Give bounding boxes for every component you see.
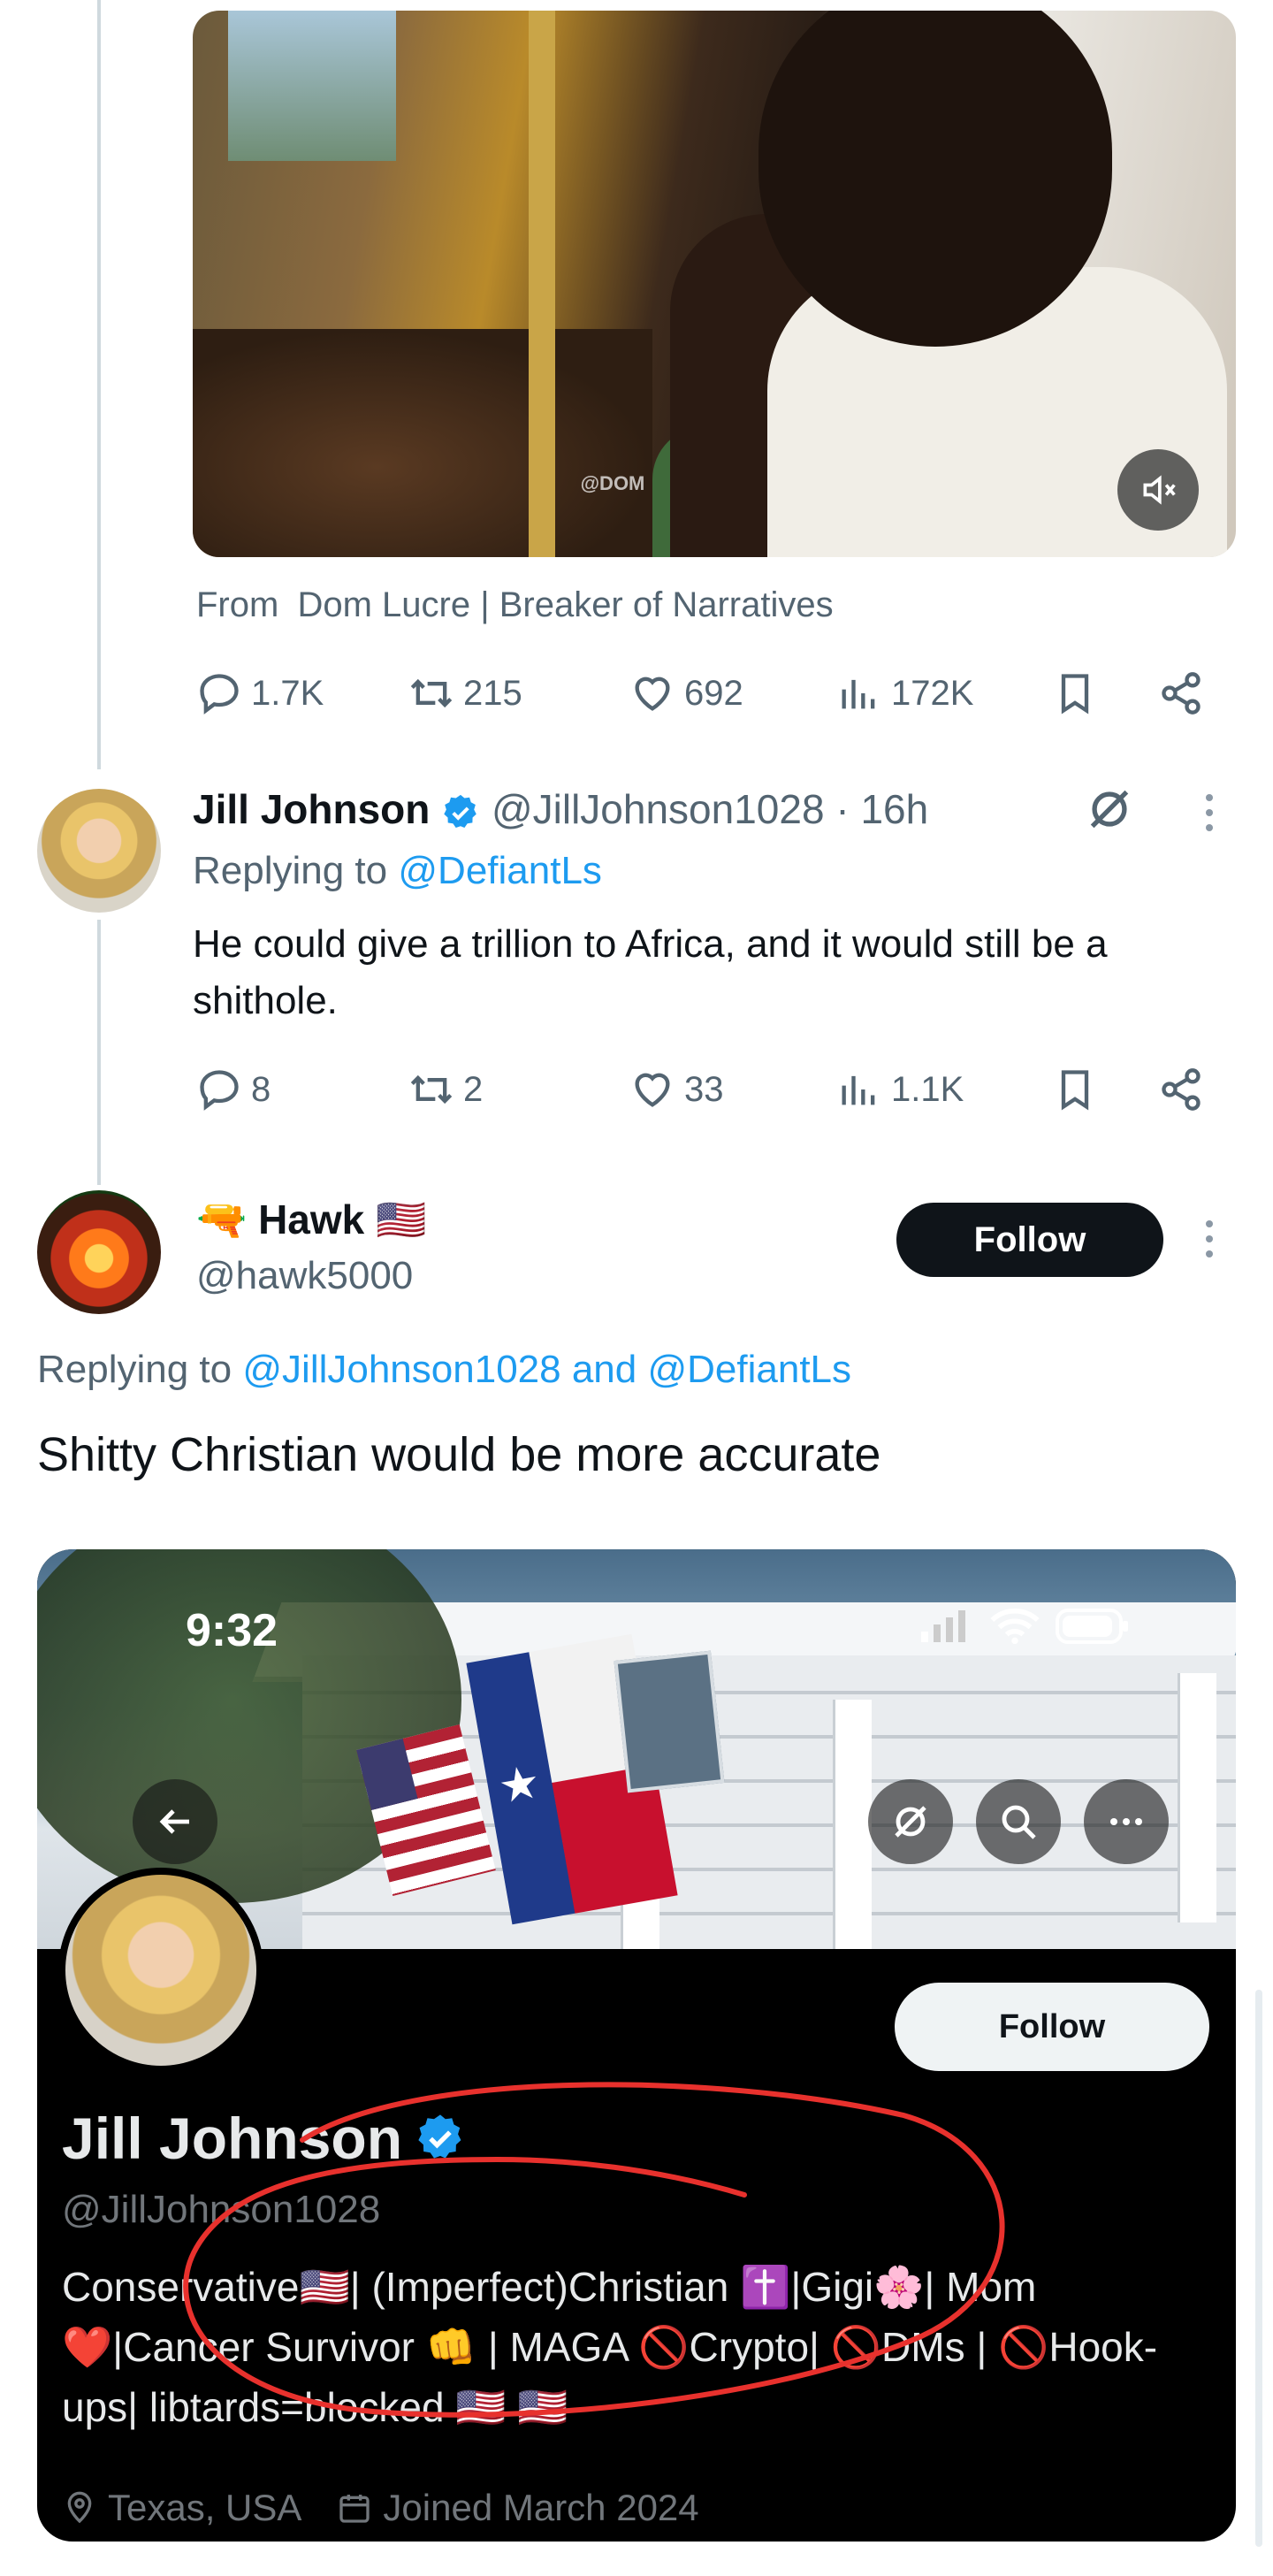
back-icon [159, 1809, 189, 1834]
name-emoji-right: 🇺🇸 [376, 1196, 427, 1242]
bookmark-button[interactable] [1052, 670, 1098, 716]
reply-button[interactable]: 8 [196, 1066, 271, 1112]
back-button[interactable] [133, 1779, 217, 1864]
repost-count: 2 [463, 1069, 484, 1109]
source-name[interactable]: Dom Lucre | Breaker of Narratives [297, 585, 833, 624]
status-icons [921, 1608, 1130, 1645]
location-icon [67, 2491, 92, 2524]
share-icon [1162, 1068, 1201, 1111]
battery-icon [1056, 1609, 1128, 1644]
repost-icon [410, 678, 453, 708]
tweet-header: 🔫 Hawk 🇺🇸 [196, 1196, 426, 1244]
like-button[interactable]: 692 [629, 670, 743, 716]
like-count: 692 [684, 673, 743, 713]
dot-separator: · [835, 786, 850, 832]
grok-button[interactable] [868, 1779, 953, 1864]
replying-prefix: Replying to [37, 1348, 232, 1391]
author-name[interactable]: Jill Johnson [193, 786, 430, 832]
views-button[interactable]: 172K [836, 670, 973, 716]
grok-icon[interactable] [1084, 784, 1135, 835]
profile-handle: @JillJohnson1028 [62, 2188, 381, 2231]
profile-joined: Joined March 2024 [337, 2487, 699, 2529]
scrollbar[interactable] [1255, 1990, 1262, 2547]
replying-to-link[interactable]: @JillJohnson1028 and @DefiantLs [242, 1348, 851, 1391]
like-count: 33 [684, 1069, 724, 1109]
replying-to-link[interactable]: @DefiantLs [398, 849, 602, 892]
views-icon [842, 1075, 875, 1105]
profile-name-text: Jill Johnson [62, 2106, 403, 2171]
signal-icon [921, 1610, 965, 1642]
more-options-icon[interactable] [1206, 794, 1213, 831]
replying-to: Replying to @JillJohnson1028 and @Defian… [37, 1348, 851, 1392]
status-time: 9:32 [186, 1605, 278, 1656]
repost-button[interactable]: 215 [408, 670, 522, 716]
share-button[interactable] [1158, 1066, 1204, 1112]
author-handle[interactable]: @hawk5000 [196, 1254, 413, 1298]
views-count: 1.1K [891, 1069, 964, 1109]
mute-button[interactable] [1117, 449, 1199, 531]
author-handle[interactable]: @JillJohnson1028 [492, 786, 825, 832]
tweet-text: He could give a trillion to Africa, and … [193, 922, 1108, 1022]
repost-count: 215 [463, 673, 522, 713]
profile-location: Texas, USA [62, 2487, 301, 2529]
repost-icon [410, 1074, 453, 1105]
more-options-icon[interactable] [1206, 1220, 1213, 1257]
replying-prefix: Replying to [193, 849, 388, 892]
views-icon [842, 679, 875, 709]
follow-button[interactable]: Follow [896, 1203, 1163, 1277]
like-icon [635, 1073, 670, 1107]
author-name[interactable]: Hawk [258, 1196, 364, 1242]
avatar[interactable] [37, 1190, 161, 1314]
like-icon [635, 676, 670, 711]
bookmark-icon [1061, 674, 1089, 715]
share-icon [1162, 672, 1201, 715]
reply-count: 1.7K [251, 673, 324, 713]
reply-button[interactable]: 1.7K [196, 670, 324, 716]
avatar[interactable] [37, 789, 161, 913]
tweet-text: Shitty Christian would be more accurate [37, 1428, 881, 1481]
mute-icon [1143, 475, 1176, 505]
video-watermark: @DOM LUCRE [580, 472, 645, 494]
thread-line-top [97, 0, 101, 769]
reply-icon [200, 674, 239, 715]
video-source[interactable]: From Dom Lucre | Breaker of Narratives [196, 585, 834, 625]
source-prefix: From [196, 585, 279, 624]
like-button[interactable]: 33 [629, 1066, 724, 1112]
share-button[interactable] [1158, 670, 1204, 716]
views-button[interactable]: 1.1K [836, 1066, 964, 1112]
location-text: Texas, USA [108, 2487, 302, 2528]
replying-to: Replying to @DefiantLs [193, 849, 602, 893]
profile-name: Jill Johnson [62, 2105, 466, 2172]
attached-image[interactable]: ★ 9:32 Follow Jill Johnson @JillJohnson1… [37, 1549, 1236, 2542]
banner-sign [614, 1650, 725, 1793]
follow-button[interactable]: Follow [895, 1983, 1209, 2071]
calendar-icon [339, 2495, 370, 2523]
banner-column [1178, 1673, 1216, 1922]
bookmark-icon [1061, 1070, 1089, 1111]
bookmark-button[interactable] [1052, 1066, 1098, 1112]
repost-button[interactable]: 2 [408, 1066, 483, 1112]
grok-icon [895, 1806, 926, 1838]
tweet-header: Jill Johnson @JillJohnson1028 · 16h [193, 785, 928, 833]
profile-avatar[interactable] [58, 1868, 263, 2073]
video-player[interactable]: @DOM LUCRE [193, 11, 1236, 557]
more-button[interactable] [1084, 1779, 1169, 1864]
verified-icon [444, 794, 476, 828]
verified-icon [418, 2114, 461, 2159]
video-frame-sky [228, 11, 396, 161]
profile-meta: Texas, USA Joined March 2024 [62, 2487, 699, 2529]
reply-icon [200, 1070, 239, 1111]
name-emoji-left: 🔫 [196, 1196, 248, 1242]
search-icon [1002, 1805, 1036, 1839]
reply-count: 8 [251, 1069, 271, 1109]
more-icon [1110, 1818, 1142, 1825]
wifi-icon [990, 1608, 1040, 1645]
views-count: 172K [891, 673, 974, 713]
timestamp[interactable]: 16h [860, 786, 928, 832]
search-button[interactable] [976, 1779, 1061, 1864]
profile-bio: Conservative🇺🇸| (Imperfect)Christian ✝️|… [62, 2264, 1158, 2430]
joined-text: Joined March 2024 [383, 2487, 699, 2528]
banner-column [833, 1700, 872, 1949]
thread-line-mid [97, 920, 101, 1185]
